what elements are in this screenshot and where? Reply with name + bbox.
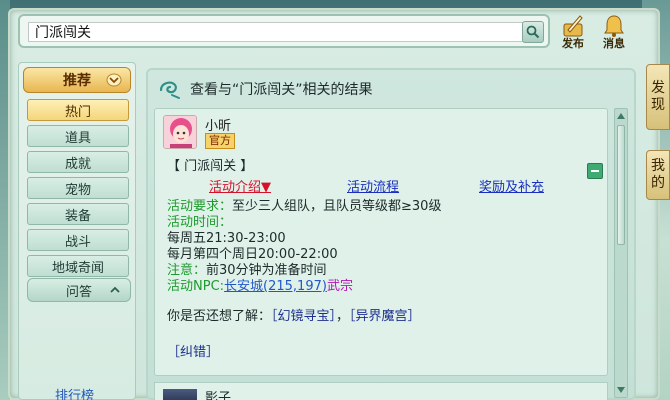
girl-avatar-icon [164, 116, 196, 148]
sidebar-item-label: 战斗 [64, 234, 91, 250]
search-input[interactable] [28, 22, 524, 42]
results-scrollbar[interactable] [614, 108, 628, 398]
sidebar-item-regional-lore[interactable]: 地域奇闻 [27, 255, 129, 277]
tab-mine-char-2: 的 [651, 175, 665, 191]
recommend-label: 推荐 [63, 73, 91, 89]
result-card: 影子 [154, 382, 608, 400]
publish-button[interactable]: 发布 [555, 14, 591, 54]
scroll-down-button[interactable] [616, 385, 626, 395]
chevron-down-icon [106, 73, 122, 87]
reward-link-label: 奖励及补充 [479, 180, 545, 195]
tab-mine-char-1: 我 [651, 158, 665, 174]
flow-link-label: 活动流程 [347, 180, 400, 195]
intro-link-label: 活动介绍▼ [209, 180, 271, 195]
category-sidebar: 推荐 热门 道具 成就 宠物 装备 战斗 地域奇闻 问答 排行榜 [18, 62, 136, 400]
scroll-up-button[interactable] [616, 111, 626, 121]
search-icon [526, 25, 540, 39]
avatar[interactable] [163, 115, 197, 149]
leaderboard-link[interactable]: 排行榜 [55, 385, 94, 400]
scroll-thumb[interactable] [617, 125, 625, 245]
qa-label: 问答 [65, 284, 92, 300]
reward-link[interactable]: 奖励及补充 [479, 180, 544, 196]
search-button[interactable] [522, 21, 544, 43]
sidebar-item-label: 地域奇闻 [51, 260, 104, 276]
sidebar-item-label: 道具 [64, 130, 91, 146]
sidebar-item-items[interactable]: 道具 [27, 125, 129, 147]
npc-line: 活动NPC:长安城(215,197)武宗 [167, 279, 353, 295]
correction-link[interactable]: ［纠错］ [167, 345, 219, 361]
npc-label: 活动NPC: [167, 279, 225, 294]
related-topics-line: 你是否还想了解：［幻镜寻宝］，［异界魔宫］ [167, 309, 421, 325]
chevron-up-icon [110, 286, 120, 293]
note-line: 注意：前30分钟为准备时间 [167, 263, 327, 279]
search-bar [18, 14, 550, 48]
sidebar-item-label: 成就 [64, 156, 91, 172]
swirl-icon [159, 81, 180, 99]
requirement-line: 活动要求：至少三人组队，且队员等级都≥30级 [167, 199, 441, 215]
sidebar-item-label: 装备 [64, 208, 91, 224]
triangle-down-icon [617, 387, 625, 393]
tab-discover-char-2: 现 [651, 97, 665, 113]
time-line-1: 每周五21:30-23:00 [167, 231, 286, 246]
sidebar-item-pets[interactable]: 宠物 [27, 177, 129, 199]
poster-name[interactable]: 小昕 [205, 115, 231, 134]
results-title: 查看与“门派闯关”相关的结果 [190, 82, 373, 98]
tab-discover[interactable]: 发 现 [646, 64, 670, 130]
intro-link[interactable]: 活动介绍▼ [209, 180, 271, 196]
message-label: 消息 [603, 37, 625, 50]
time-label: 活动时间： [167, 215, 233, 230]
collapse-button[interactable] [587, 163, 603, 179]
results-header: 查看与“门派闯关”相关的结果 [158, 76, 373, 102]
sidebar-item-hot[interactable]: 热门 [27, 99, 129, 121]
related-topic-1[interactable]: ［幻镜寻宝］ [271, 309, 336, 324]
tab-mine[interactable]: 我 的 [646, 150, 670, 200]
requirement-label: 活动要求： [167, 199, 233, 214]
note-label: 注意： [167, 263, 207, 278]
publish-label: 发布 [562, 37, 584, 50]
related-separator: ， [336, 309, 350, 324]
poster-name[interactable]: 影子 [205, 387, 231, 400]
bell-icon [604, 15, 624, 37]
sidebar-item-achievements[interactable]: 成就 [27, 151, 129, 173]
npc-location-link[interactable]: 长安城(215,197) [224, 279, 327, 294]
sidebar-item-label: 宠物 [64, 182, 91, 198]
related-topic-2[interactable]: ［异界魔宫］ [349, 309, 421, 324]
npc-name[interactable]: 武宗 [327, 279, 353, 294]
results-panel: 查看与“门派闯关”相关的结果 小昕 官方 【 门派闯关 】 活动介绍▼ 活动流程… [146, 68, 636, 400]
quill-icon [563, 15, 583, 37]
official-badge: 官方 [205, 133, 235, 149]
note-value: 前30分钟为准备时间 [206, 263, 327, 278]
tab-discover-char-1: 发 [651, 80, 665, 96]
result-card: 小昕 官方 【 门派闯关 】 活动介绍▼ 活动流程 奖励及补充 活动要求：至少三… [154, 108, 608, 376]
requirement-value: 至少三人组队，且队员等级都≥30级 [232, 199, 442, 214]
avatar[interactable] [163, 389, 197, 400]
sidebar-item-combat[interactable]: 战斗 [27, 229, 129, 251]
triangle-up-icon [617, 113, 625, 119]
sidebar-item-label: 热门 [64, 104, 91, 120]
time-line-2: 每月第四个周日20:00-22:00 [167, 247, 338, 262]
related-prefix: 你是否还想了解： [167, 309, 272, 324]
message-button[interactable]: 消息 [596, 14, 632, 54]
qa-tab[interactable]: 问答 [27, 278, 131, 302]
topic-heading: 【 门派闯关 】 [167, 159, 254, 174]
sidebar-item-equipment[interactable]: 装备 [27, 203, 129, 225]
flow-link[interactable]: 活动流程 [347, 180, 399, 196]
recommend-tab[interactable]: 推荐 [23, 67, 131, 93]
minus-icon [591, 170, 599, 172]
